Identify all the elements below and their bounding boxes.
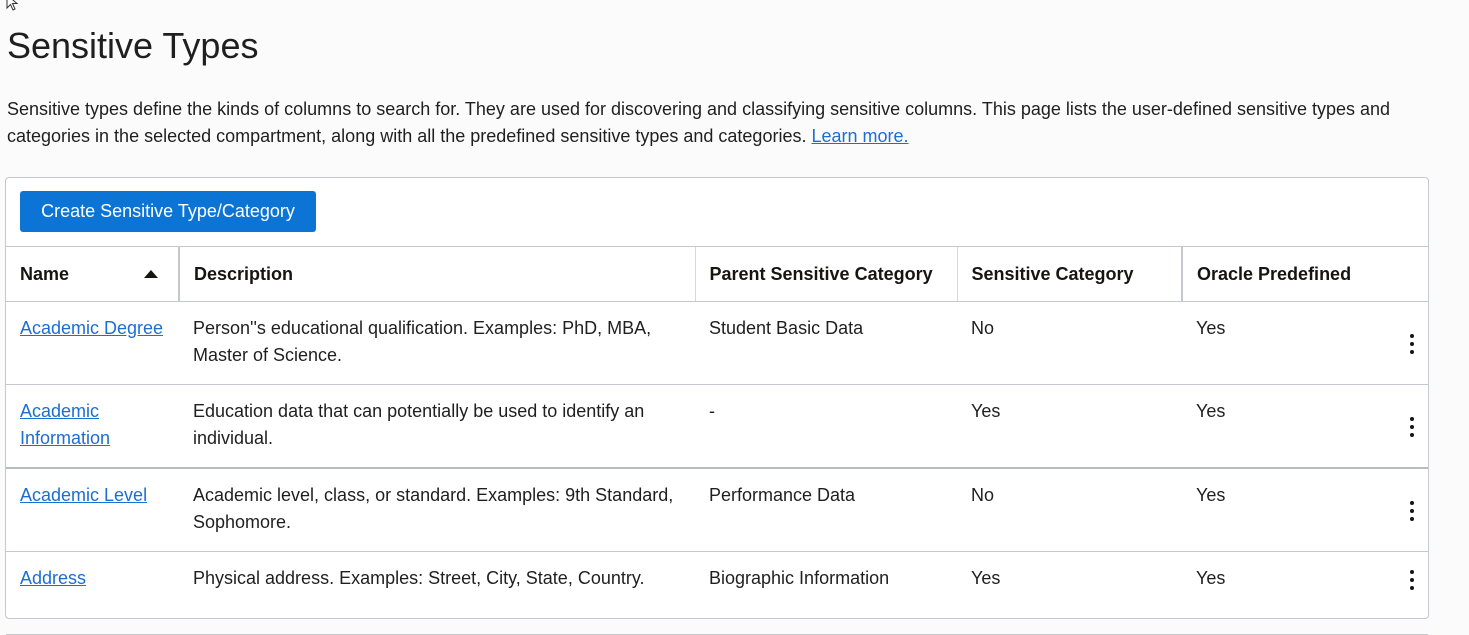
- sensitive-type-link[interactable]: Address: [20, 568, 86, 588]
- cell-sensitive-category: No: [957, 468, 1182, 552]
- cell-sensitive-category: Yes: [957, 551, 1182, 635]
- row-actions-menu-icon[interactable]: [1406, 417, 1418, 437]
- table-row: Academic Information Education data that…: [6, 384, 1428, 469]
- learn-more-link[interactable]: Learn more.: [811, 126, 908, 146]
- column-header-label: Sensitive Category: [971, 263, 1134, 284]
- column-header-label: Parent Sensitive Category: [709, 263, 933, 284]
- column-header-parent-category[interactable]: Parent Sensitive Category: [694, 246, 957, 302]
- cell-name: Academic Level: [6, 468, 179, 552]
- cell-description: Academic level, class, or standard. Exam…: [179, 468, 695, 552]
- sensitive-type-link[interactable]: Academic Degree: [20, 318, 163, 338]
- column-header-label: Name: [20, 263, 70, 284]
- cell-name: Address: [6, 551, 179, 635]
- mouse-cursor-icon: [6, 0, 19, 11]
- column-header-description[interactable]: Description: [178, 246, 695, 302]
- cell-oracle-predefined: Yes: [1182, 551, 1428, 635]
- create-sensitive-type-button[interactable]: Create Sensitive Type/Category: [20, 191, 316, 232]
- column-header-label: Description: [194, 263, 294, 284]
- sensitive-type-link[interactable]: Academic Level: [20, 485, 147, 505]
- column-header-sensitive-category[interactable]: Sensitive Category: [956, 246, 1182, 302]
- column-header-oracle-predefined[interactable]: Oracle Predefined: [1181, 246, 1428, 302]
- cell-description: Physical address. Examples: Street, City…: [179, 551, 695, 635]
- predefined-value: Yes: [1196, 318, 1226, 338]
- table-row: Address Physical address. Examples: Stre…: [6, 551, 1428, 635]
- cell-name: Academic Information: [6, 384, 179, 469]
- cell-sensitive-category: Yes: [957, 384, 1182, 469]
- intro-text: Sensitive types define the kinds of colu…: [7, 99, 1391, 146]
- cell-oracle-predefined: Yes: [1182, 384, 1428, 469]
- cell-parent-category: Performance Data: [695, 468, 957, 552]
- cell-oracle-predefined: Yes: [1182, 468, 1428, 552]
- page-description: Sensitive types define the kinds of colu…: [7, 96, 1447, 150]
- cell-sensitive-category: No: [957, 301, 1182, 385]
- sensitive-types-panel: Create Sensitive Type/Category Name Desc…: [5, 177, 1429, 635]
- cell-oracle-predefined: Yes: [1182, 301, 1428, 385]
- sensitive-type-link[interactable]: Academic Information: [20, 401, 110, 448]
- cell-parent-category: -: [695, 384, 957, 469]
- sensitive-types-table: Name Description Parent Sensitive Catego…: [6, 246, 1428, 635]
- table-row: Academic Degree Person''s educational qu…: [6, 301, 1428, 385]
- table-row: Academic Level Academic level, class, or…: [6, 468, 1428, 552]
- column-header-name[interactable]: Name: [6, 246, 179, 302]
- row-actions-menu-icon[interactable]: [1406, 570, 1418, 590]
- cell-description: Education data that can potentially be u…: [179, 384, 695, 469]
- row-actions-menu-icon[interactable]: [1406, 501, 1418, 521]
- cell-parent-category: Student Basic Data: [695, 301, 957, 385]
- table-header-row: Name Description Parent Sensitive Catego…: [6, 246, 1428, 302]
- cell-parent-category: Biographic Information: [695, 551, 957, 635]
- predefined-value: Yes: [1196, 568, 1226, 588]
- cell-description: Person''s educational qualification. Exa…: [179, 301, 695, 385]
- cell-name: Academic Degree: [6, 301, 179, 385]
- column-header-label: Oracle Predefined: [1197, 263, 1352, 284]
- predefined-value: Yes: [1196, 485, 1226, 505]
- row-actions-menu-icon[interactable]: [1406, 334, 1418, 354]
- sort-ascending-icon[interactable]: [144, 270, 158, 278]
- predefined-value: Yes: [1196, 401, 1226, 421]
- page-title: Sensitive Types: [7, 25, 259, 66]
